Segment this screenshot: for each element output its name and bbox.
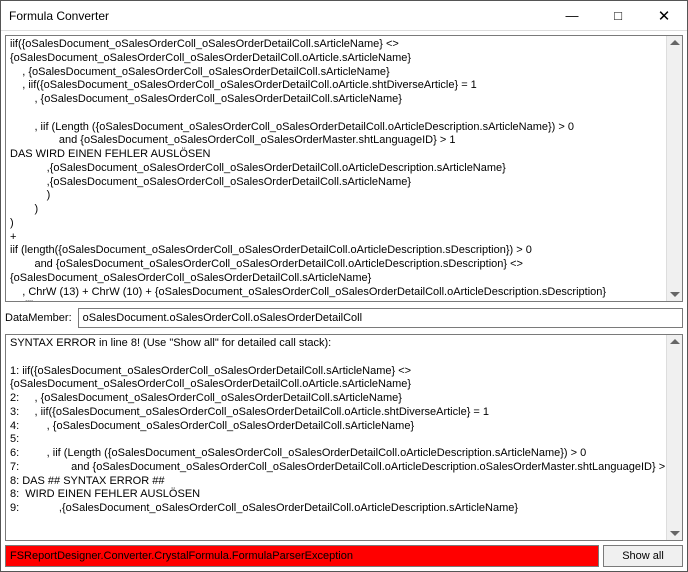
window-title: Formula Converter — [9, 9, 549, 23]
status-error-text: FSReportDesigner.Converter.CrystalFormul… — [10, 550, 353, 562]
error-output[interactable]: SYNTAX ERROR in line 8! (Use "Show all" … — [5, 334, 683, 541]
formula-editor[interactable]: iif({oSalesDocument_oSalesOrderColl_oSal… — [5, 35, 683, 302]
scrollbar-vertical[interactable] — [666, 36, 682, 301]
formula-text: iif({oSalesDocument_oSalesOrderColl_oSal… — [10, 38, 606, 302]
window-buttons: — □ ✕ — [549, 1, 687, 30]
maximize-button[interactable]: □ — [595, 1, 641, 30]
data-member-input[interactable] — [78, 308, 683, 328]
show-all-label: Show all — [622, 550, 664, 562]
app-window: Formula Converter — □ ✕ iif({oSalesDocum… — [0, 0, 688, 572]
minimize-button[interactable]: — — [549, 1, 595, 30]
data-member-row: DataMember: — [5, 306, 683, 330]
error-output-text: SYNTAX ERROR in line 8! (Use "Show all" … — [10, 337, 674, 514]
scrollbar-vertical[interactable] — [666, 335, 682, 540]
status-error: FSReportDesigner.Converter.CrystalFormul… — [5, 545, 599, 567]
close-button[interactable]: ✕ — [641, 1, 687, 30]
footer-row: FSReportDesigner.Converter.CrystalFormul… — [5, 545, 683, 567]
show-all-button[interactable]: Show all — [603, 545, 683, 567]
data-member-label: DataMember: — [5, 312, 72, 324]
content-area: iif({oSalesDocument_oSalesOrderColl_oSal… — [1, 31, 687, 571]
titlebar: Formula Converter — □ ✕ — [1, 1, 687, 31]
